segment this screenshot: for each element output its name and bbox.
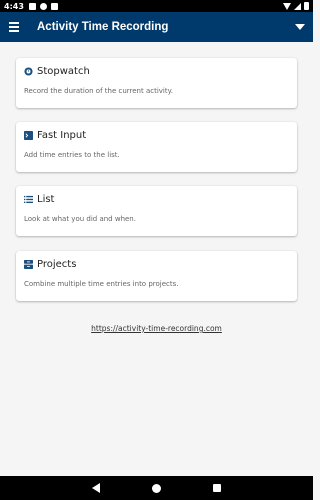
card-description: Look at what you did and when.: [24, 215, 136, 223]
app-bar: Activity Time Recording: [0, 12, 313, 42]
card-description: Record the duration of the current activ…: [24, 87, 173, 95]
recent-apps-icon[interactable]: [213, 484, 221, 492]
card-title: List: [37, 194, 55, 205]
app-title: Activity Time Recording: [37, 21, 169, 33]
card-fast-input[interactable]: Fast Input Add time entries to the list.: [16, 122, 297, 172]
app-bar-dropdown-button[interactable]: [287, 12, 313, 42]
card-title: Fast Input: [37, 130, 87, 141]
menu-icon: [9, 30, 19, 32]
card-title: Stopwatch: [37, 66, 90, 77]
navigation-bar: [0, 476, 313, 500]
card-title: Projects: [37, 259, 77, 270]
list-icon: [24, 195, 33, 204]
menu-button[interactable]: [0, 12, 28, 42]
card-description: Combine multiple time entries into proje…: [24, 280, 179, 288]
website-link[interactable]: https://activity-time-recording.com: [0, 324, 313, 333]
battery-icon: [304, 2, 309, 10]
home-icon[interactable]: [152, 483, 161, 493]
terminal-icon: [24, 131, 33, 140]
cell-signal-icon: [294, 2, 301, 10]
status-time: 4:43: [4, 1, 24, 11]
card-projects[interactable]: Projects Combine multiple time entries i…: [16, 251, 297, 301]
status-notification-icons: [28, 2, 58, 10]
card-stopwatch[interactable]: Stopwatch Record the duration of the cur…: [16, 58, 297, 108]
menu-icon: [9, 22, 19, 24]
wifi-icon: [283, 2, 291, 10]
status-bar: 4:43: [0, 0, 313, 12]
menu-icon: [9, 26, 19, 28]
card-description: Add time entries to the list.: [24, 151, 120, 159]
stopwatch-icon: [24, 67, 33, 76]
notification-icon: [39, 2, 47, 10]
back-icon[interactable]: [92, 483, 100, 493]
notification-icon: [28, 2, 36, 10]
projects-icon: [24, 260, 33, 269]
status-system-icons: [283, 2, 309, 10]
card-list[interactable]: List Look at what you did and when.: [16, 186, 297, 236]
notification-icon: [50, 2, 58, 10]
chevron-down-icon: [295, 24, 305, 30]
